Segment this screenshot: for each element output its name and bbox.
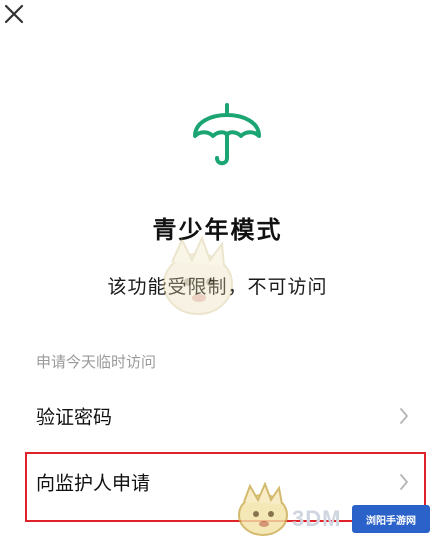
umbrella-icon bbox=[193, 103, 261, 166]
chevron-right-icon bbox=[400, 408, 408, 424]
watermark-badge: 浏阳手游网 bbox=[352, 505, 430, 533]
chevron-right-icon bbox=[400, 474, 408, 490]
close-button[interactable] bbox=[0, 0, 28, 28]
page-title: 青少年模式 bbox=[152, 216, 283, 244]
apply-guardian-item[interactable]: 向监护人申请 bbox=[0, 452, 435, 512]
verify-password-label: 验证密码 bbox=[36, 406, 113, 429]
watermark-text: 3DM bbox=[292, 506, 342, 531]
teen-mode-screen: 青少年模式 该功能受限制，不可访问 申请今天临时访问 验证密码 向监护人申请 3… bbox=[0, 0, 435, 538]
close-icon bbox=[4, 4, 24, 24]
verify-password-item[interactable]: 验证密码 bbox=[0, 386, 435, 446]
section-label: 申请今天临时访问 bbox=[36, 353, 157, 371]
apply-guardian-label: 向监护人申请 bbox=[36, 472, 151, 495]
restriction-message: 该功能受限制，不可访问 bbox=[107, 276, 328, 298]
